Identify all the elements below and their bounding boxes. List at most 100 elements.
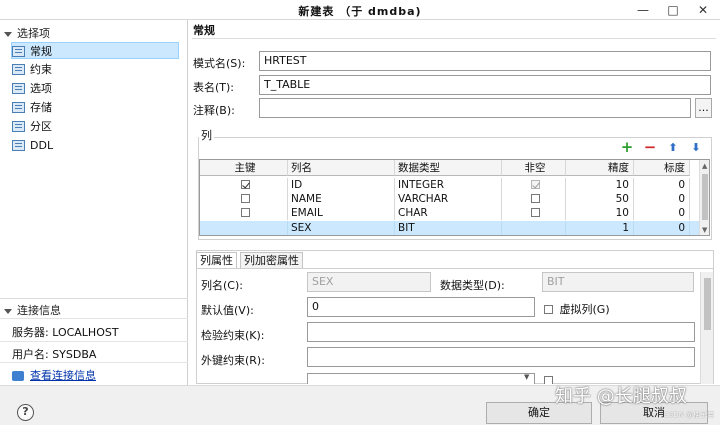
pk-checkbox[interactable] bbox=[240, 194, 250, 203]
close-button[interactable]: ✕ bbox=[690, 0, 716, 20]
divider bbox=[0, 362, 188, 363]
tab-column-encryption[interactable]: 列加密属性 bbox=[240, 252, 303, 268]
maximize-button[interactable]: □ bbox=[660, 0, 686, 20]
type-cell[interactable]: BIT bbox=[395, 221, 502, 235]
foreign-key-field[interactable] bbox=[307, 347, 695, 367]
connection-icon bbox=[12, 371, 24, 381]
header-type[interactable]: 数据类型 bbox=[395, 160, 502, 176]
name-cell[interactable]: SEX bbox=[288, 221, 395, 235]
collapse-triangle-icon bbox=[4, 31, 12, 37]
nav-item-ddl[interactable]: DDL bbox=[12, 137, 180, 154]
options-header[interactable]: 选择项 bbox=[4, 25, 50, 41]
connection-header[interactable]: 连接信息 bbox=[4, 302, 61, 318]
columns-table[interactable]: 主键 列名 数据类型 非空 精度 标度 ID INTEGER 10 0 NAME… bbox=[199, 159, 710, 236]
foreign-key-label: 外键约束(R): bbox=[201, 354, 265, 367]
schema-field[interactable]: HRTEST bbox=[259, 51, 711, 71]
notnull-cell[interactable] bbox=[502, 206, 566, 220]
scroll-up-arrow-icon[interactable]: ▲ bbox=[702, 162, 707, 170]
notnull-cell[interactable] bbox=[502, 221, 566, 235]
table-row[interactable]: ID INTEGER 10 0 bbox=[200, 178, 700, 192]
type-cell[interactable]: INTEGER bbox=[395, 178, 502, 192]
table-row-selected[interactable]: SEX BIT 1 0 bbox=[200, 221, 700, 235]
schema-label: 模式名(S): bbox=[193, 57, 246, 70]
table-icon bbox=[12, 101, 25, 113]
add-column-icon[interactable]: + bbox=[620, 140, 634, 155]
props-scroll-thumb[interactable] bbox=[704, 278, 711, 330]
scroll-thumb[interactable] bbox=[702, 174, 708, 220]
table-row[interactable]: EMAIL CHAR 10 0 bbox=[200, 206, 700, 220]
scale-cell[interactable]: 0 bbox=[634, 221, 690, 235]
minimize-button[interactable]: — bbox=[630, 0, 656, 20]
table-icon bbox=[12, 139, 25, 151]
help-icon[interactable]: ? bbox=[17, 404, 34, 421]
colname-field: SEX bbox=[307, 272, 431, 292]
table-icon bbox=[12, 120, 25, 132]
scale-cell[interactable]: 0 bbox=[634, 206, 690, 220]
datatype-field: BIT bbox=[542, 272, 694, 292]
table-name-field[interactable]: T_TABLE bbox=[259, 75, 711, 95]
notnull-checkbox[interactable] bbox=[530, 194, 540, 203]
nav-item-storage[interactable]: 存储 bbox=[12, 99, 180, 116]
name-cell[interactable]: EMAIL bbox=[288, 206, 395, 220]
precision-cell[interactable]: 10 bbox=[566, 206, 634, 220]
props-scrollbar[interactable] bbox=[700, 272, 713, 384]
default-value-label: 默认值(V): bbox=[201, 304, 254, 317]
scale-cell[interactable]: 0 bbox=[634, 178, 690, 192]
view-connection-info[interactable]: 查看连接信息 bbox=[12, 367, 96, 383]
grid-scrollbar[interactable]: ▲ ▼ bbox=[699, 160, 709, 235]
name-cell[interactable]: ID bbox=[288, 178, 395, 192]
nav-item-partition[interactable]: 分区 bbox=[12, 118, 180, 135]
pk-checkbox[interactable] bbox=[240, 208, 250, 217]
nav-item-general[interactable]: 常规 bbox=[11, 42, 179, 59]
notnull-cell bbox=[502, 178, 566, 192]
header-scale[interactable]: 标度 bbox=[634, 160, 690, 176]
scroll-down-arrow-icon[interactable]: ▼ bbox=[702, 226, 707, 234]
divider bbox=[192, 38, 716, 39]
next-row-combobox[interactable] bbox=[307, 373, 535, 384]
dropdown-arrow-icon[interactable]: ▼ bbox=[524, 373, 529, 381]
scale-cell[interactable]: 0 bbox=[634, 192, 690, 206]
server-info: 服务器: LOCALHOST bbox=[12, 326, 119, 339]
default-value-field[interactable]: 0 bbox=[307, 297, 535, 317]
notnull-checkbox bbox=[530, 180, 540, 189]
header-precision[interactable]: 精度 bbox=[566, 160, 634, 176]
virtual-column-checkbox[interactable] bbox=[544, 305, 553, 314]
notnull-checkbox[interactable] bbox=[530, 208, 540, 217]
comment-field[interactable] bbox=[259, 98, 691, 118]
check-constraint-field[interactable] bbox=[307, 322, 695, 342]
pk-cell[interactable] bbox=[200, 206, 288, 220]
colname-label: 列名(C): bbox=[201, 279, 243, 292]
precision-cell[interactable]: 1 bbox=[566, 221, 634, 235]
tab-column-properties[interactable]: 列属性 bbox=[196, 252, 237, 268]
header-name[interactable]: 列名 bbox=[288, 160, 395, 176]
table-icon bbox=[12, 63, 25, 75]
nav-item-constraints[interactable]: 约束 bbox=[12, 61, 180, 78]
user-info: 用户名: SYSDBA bbox=[12, 348, 97, 361]
header-notnull[interactable]: 非空 bbox=[502, 160, 566, 176]
precision-cell[interactable]: 50 bbox=[566, 192, 634, 206]
watermark-text: 知乎 @长腿叔叔 bbox=[555, 386, 687, 407]
virtual-column-option[interactable]: 虚拟列(G) bbox=[544, 301, 610, 317]
pk-cell[interactable] bbox=[200, 192, 288, 206]
pk-cell[interactable] bbox=[200, 221, 288, 235]
comment-label: 注释(B): bbox=[193, 104, 235, 117]
comment-more-button[interactable]: ... bbox=[695, 98, 712, 118]
table-row[interactable]: NAME VARCHAR 50 0 bbox=[200, 192, 700, 206]
pk-cell[interactable] bbox=[200, 178, 288, 192]
table-header-row: 主键 列名 数据类型 非空 精度 标度 bbox=[200, 160, 700, 176]
name-cell[interactable]: NAME bbox=[288, 192, 395, 206]
view-connection-link[interactable]: 查看连接信息 bbox=[30, 369, 96, 382]
notnull-cell[interactable] bbox=[502, 192, 566, 206]
type-cell[interactable]: VARCHAR bbox=[395, 192, 502, 206]
window-title: 新建表 （于 dmdba) bbox=[298, 5, 422, 18]
divider bbox=[0, 318, 188, 319]
type-cell[interactable]: CHAR bbox=[395, 206, 502, 220]
next-row-checkbox[interactable] bbox=[544, 376, 553, 384]
precision-cell[interactable]: 10 bbox=[566, 178, 634, 192]
move-up-icon[interactable]: ⬆ bbox=[666, 141, 680, 155]
header-pk[interactable]: 主键 bbox=[200, 160, 288, 176]
move-down-icon[interactable]: ⬇ bbox=[689, 141, 703, 155]
pk-checkbox[interactable] bbox=[240, 180, 250, 189]
nav-item-options[interactable]: 选项 bbox=[12, 80, 180, 97]
remove-column-icon[interactable]: − bbox=[643, 140, 657, 155]
